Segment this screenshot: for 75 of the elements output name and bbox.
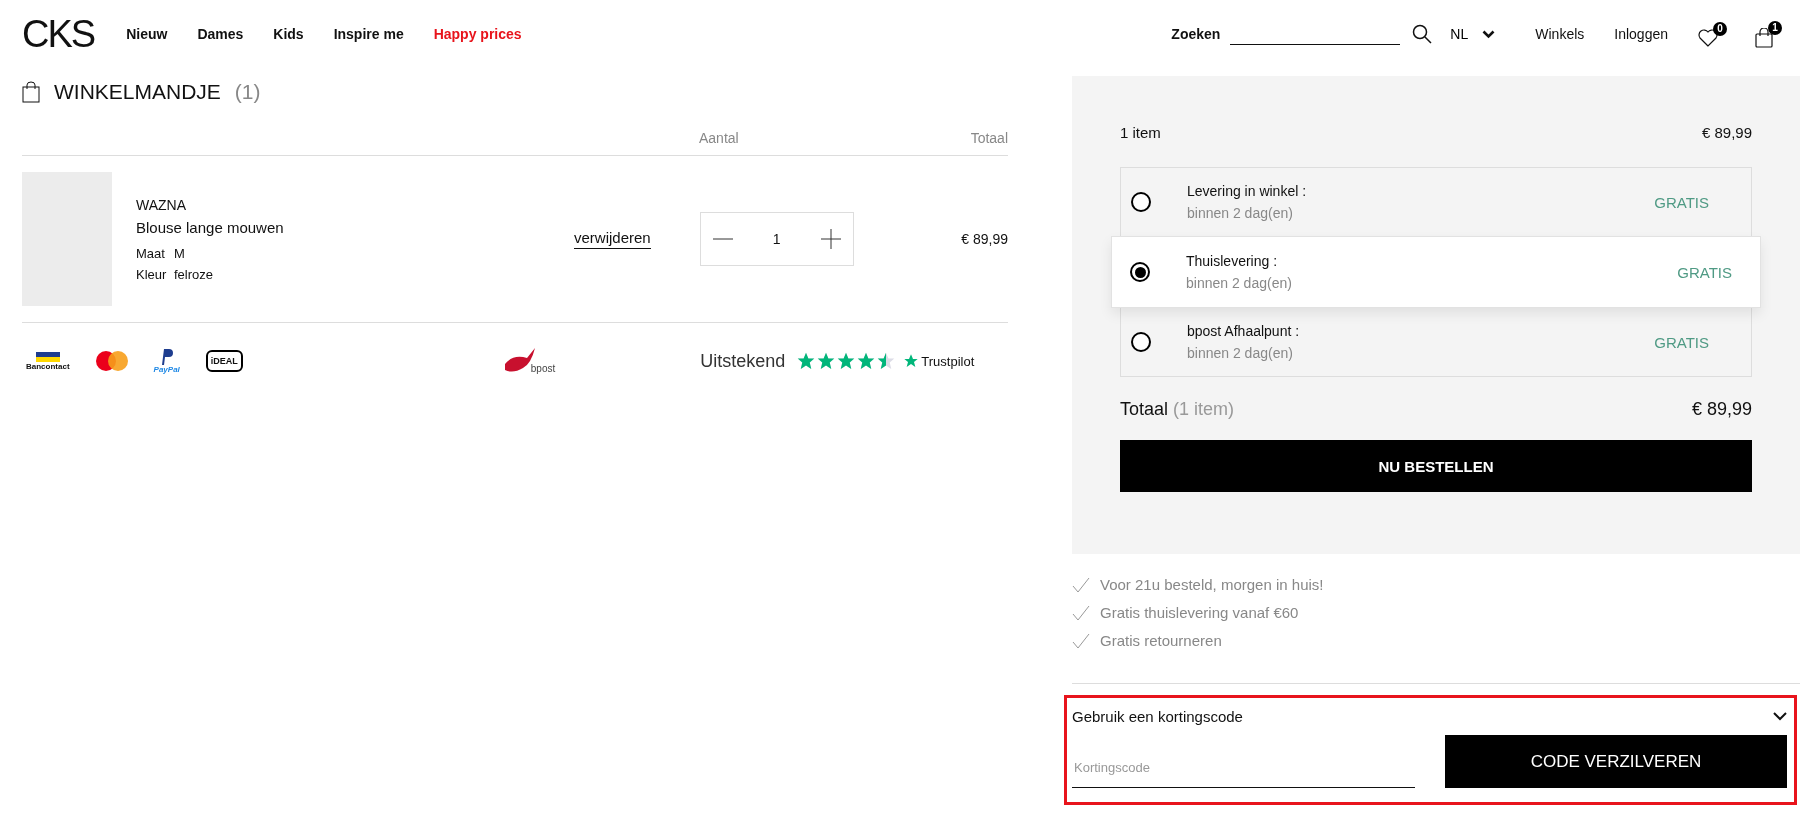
delivery-name: bpost Afhaalpunt : [1187,323,1300,339]
logo[interactable]: CKS [22,12,95,56]
nav-link[interactable]: Happy prices [433,26,522,42]
search-icon[interactable] [1412,24,1433,44]
chevron-down-icon [1482,29,1496,39]
attribute-value: M [174,245,185,261]
attribute-label: Maat [136,245,166,261]
wishlist-count: 0 [1713,21,1727,36]
search-label: Zoeken [1171,26,1221,42]
remove-link[interactable]: verwijderen [574,229,651,249]
product-brand: WAZNA [136,196,188,213]
payment-label: Bancontact [26,361,70,371]
nav-link[interactable]: Inspire me [333,26,404,42]
header-link[interactable]: Inloggen [1614,26,1668,42]
delivery-time: binnen 2 dag(en) [1187,345,1294,361]
nav-link[interactable]: Nieuw [126,26,168,42]
payment-label: PayPal [153,364,180,374]
delivery-option[interactable]: Thuislevering : binnen 2 dag(en) GRATIS [1111,236,1761,308]
star-icon [837,352,856,370]
shopping-bag-icon [22,81,40,103]
order-button[interactable]: NU BESTELLEN [1120,440,1752,492]
card-logo-icon [35,351,60,362]
delivery-option[interactable]: Levering in winkel : binnen 2 dag(en) GRATIS [1121,168,1751,236]
trustpilot-label: Trustpilot [921,353,975,369]
star-icon [903,353,920,369]
quantity-value: 1 [772,231,781,247]
check-icon [1072,576,1090,593]
benefit-text: Gratis retourneren [1100,632,1222,649]
items-total: € 89,99 [1701,124,1752,141]
star-icon [857,352,876,370]
star-icon [817,352,836,370]
redeem-button[interactable]: CODE VERZILVEREN [1445,735,1787,788]
star-icon [797,352,816,370]
radio-button[interactable] [1130,262,1150,282]
attribute-label: Kleur [136,266,168,282]
delivery-price: GRATIS [1654,193,1709,211]
radio-button[interactable] [1131,192,1151,212]
plus-icon[interactable] [820,229,841,249]
benefit-text: Voor 21u besteld, morgen in huis! [1100,576,1324,593]
delivery-name: Thuislevering : [1186,253,1279,269]
line-total: € 89,99 [961,231,1008,247]
language-selector[interactable]: NL [1450,26,1496,42]
overlapping-circles-icon [95,351,128,371]
minus-icon[interactable] [712,238,733,240]
delivery-price: GRATIS [1677,263,1732,281]
radio-button[interactable] [1131,332,1151,352]
header-link[interactable]: Winkels [1535,26,1585,42]
benefit-text: Gratis thuislevering vanaf €60 [1100,604,1299,621]
delivery-time: binnen 2 dag(en) [1187,205,1294,221]
total-value: € 89,99 [1691,399,1752,420]
column-header: Totaal [970,129,1008,146]
nav-link[interactable]: Dames [197,26,244,42]
carrier-label: bpost [530,363,556,374]
check-icon [1072,604,1090,621]
star-icon [877,352,896,370]
delivery-price: GRATIS [1654,333,1709,351]
page-title: WINKELMANDJE [54,80,221,104]
items-label: 1 item [1120,124,1161,141]
check-icon [1072,632,1090,649]
column-header: Aantal [699,129,739,146]
product-name: Blouse lange mouwen [136,218,285,236]
coupon-toggle[interactable]: Gebruik een kortingscode [1072,708,1787,725]
item-count: (1) [234,80,261,104]
nav-link[interactable]: Kids [273,26,304,42]
attribute-value: felroze [174,266,214,282]
letter-p-icon [159,348,174,365]
delivery-time: binnen 2 dag(en) [1186,275,1292,291]
chevron-icon [1773,712,1787,721]
coupon-input[interactable]: Kortingscode [1072,748,1415,788]
payment-label: iDEAL [205,350,243,372]
delivery-name: Levering in winkel : [1187,183,1307,199]
rating-label: Uitstekend [700,350,786,372]
total-label: Totaal (1 item) [1120,399,1235,420]
cart-count: 1 [1768,20,1782,35]
delivery-option[interactable]: bpost Afhaalpunt : binnen 2 dag(en) GRATIS [1121,308,1751,376]
